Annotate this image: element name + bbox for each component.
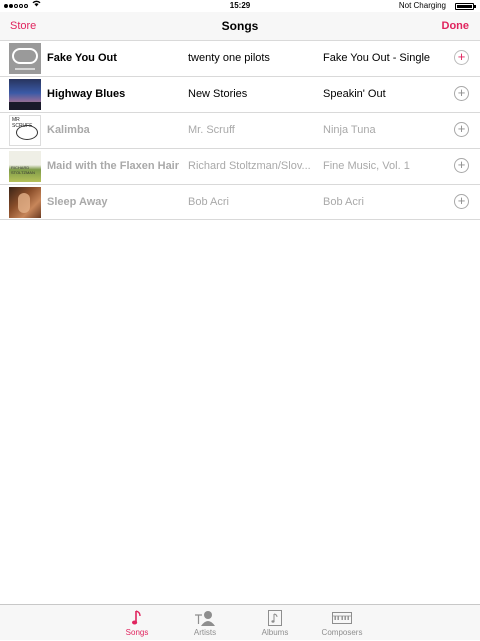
song-artist: Richard Stoltzman/Slov... xyxy=(188,160,311,172)
add-song-button[interactable]: + xyxy=(454,86,469,101)
song-artist: New Stories xyxy=(188,88,248,100)
song-title: Maid with the Flaxen Hair xyxy=(47,160,179,172)
song-album: Fine Music, Vol. 1 xyxy=(323,160,410,172)
song-row[interactable]: Fake You Out twenty one pilots Fake You … xyxy=(0,40,480,76)
status-bar: 15:29 Not Charging xyxy=(0,0,480,12)
charging-status: Not Charging xyxy=(398,1,446,10)
album-art xyxy=(9,187,41,218)
song-album: Bob Acri xyxy=(323,196,364,208)
song-artist: twenty one pilots xyxy=(188,52,270,64)
tab-label: Albums xyxy=(261,628,289,637)
artist-icon xyxy=(194,610,216,626)
song-title: Sleep Away xyxy=(47,196,108,208)
tab-songs[interactable]: Songs xyxy=(112,605,162,641)
tab-label: Composers xyxy=(321,628,363,637)
add-song-button[interactable]: + xyxy=(454,158,469,173)
song-row[interactable]: Sleep Away Bob Acri Bob Acri + xyxy=(0,184,480,220)
song-title: Fake You Out xyxy=(47,52,117,64)
album-art: RICHARD STOLTZMAN xyxy=(9,151,41,182)
tab-artists[interactable]: Artists xyxy=(180,605,230,641)
tab-albums[interactable]: Albums xyxy=(250,605,300,641)
song-album: Fake You Out - Single xyxy=(323,52,431,64)
battery-icon xyxy=(455,3,476,10)
album-art xyxy=(9,43,41,74)
navigation-bar: Store Songs Done xyxy=(0,12,480,40)
song-title: Kalimba xyxy=(47,124,90,136)
album-icon xyxy=(268,610,282,626)
tab-composers[interactable]: Composers xyxy=(312,605,372,641)
song-title: Highway Blues xyxy=(47,88,126,100)
song-row[interactable]: MR SCRUFF Kalimba Mr. Scruff Ninja Tuna … xyxy=(0,112,480,148)
song-album: Ninja Tuna xyxy=(323,124,376,136)
song-row[interactable]: RICHARD STOLTZMAN Maid with the Flaxen H… xyxy=(0,148,480,184)
add-song-button[interactable]: + xyxy=(454,50,469,65)
piano-icon xyxy=(332,610,352,626)
song-artist: Bob Acri xyxy=(188,196,229,208)
album-art xyxy=(9,79,41,110)
add-song-button[interactable]: + xyxy=(454,194,469,209)
add-song-button[interactable]: + xyxy=(454,122,469,137)
page-title: Songs xyxy=(221,19,259,33)
tab-label: Songs xyxy=(125,628,149,637)
done-button[interactable]: Done xyxy=(442,12,470,40)
song-album: Speakin' Out xyxy=(323,88,386,100)
song-row[interactable]: Highway Blues New Stories Speakin' Out + xyxy=(0,76,480,112)
album-art: MR SCRUFF xyxy=(9,115,41,146)
song-artist: Mr. Scruff xyxy=(188,124,235,136)
tab-bar: Songs Artists Albums Composers xyxy=(0,604,480,640)
music-note-icon xyxy=(132,610,142,626)
tab-label: Artists xyxy=(193,628,217,637)
